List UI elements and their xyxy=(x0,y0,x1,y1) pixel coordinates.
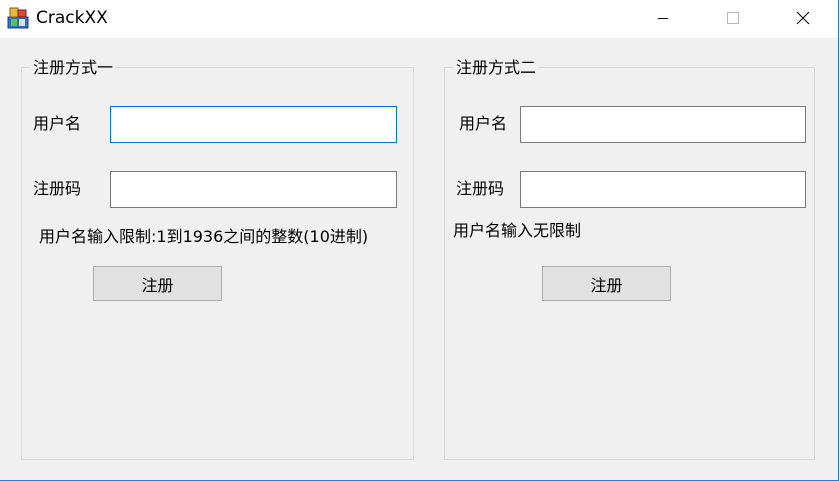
close-icon xyxy=(796,11,810,25)
username-label-2: 用户名 xyxy=(459,114,508,133)
close-button[interactable] xyxy=(780,0,826,36)
regcode-input-2[interactable] xyxy=(520,171,806,208)
hint-text-1: 用户名输入限制:1到1936之间的整数(10进制) xyxy=(39,227,369,246)
regcode-label-2: 注册码 xyxy=(456,179,505,198)
minimize-button[interactable] xyxy=(640,0,686,36)
window-title: CrackXX xyxy=(36,8,108,28)
username-input-1[interactable] xyxy=(110,106,397,143)
group-title-method-1: 注册方式一 xyxy=(30,57,117,79)
minimize-icon xyxy=(658,18,668,19)
hint-text-2: 用户名输入无限制 xyxy=(453,221,582,240)
mfc-app-icon xyxy=(7,7,29,29)
title-bar[interactable]: CrackXX xyxy=(0,0,838,38)
username-label-1: 用户名 xyxy=(33,114,82,133)
regcode-label-1: 注册码 xyxy=(33,179,82,198)
username-input-2[interactable] xyxy=(520,106,806,143)
main-window: CrackXX 注册方式一 用户名 注册码 用户名输入限制:1到1936之间的整… xyxy=(0,0,839,481)
group-title-method-2: 注册方式二 xyxy=(453,57,540,79)
maximize-icon xyxy=(727,12,739,24)
regcode-input-1[interactable] xyxy=(110,171,397,208)
register-button-2[interactable]: 注册 xyxy=(542,266,671,301)
maximize-button[interactable] xyxy=(710,0,756,36)
register-button-1[interactable]: 注册 xyxy=(93,266,222,301)
